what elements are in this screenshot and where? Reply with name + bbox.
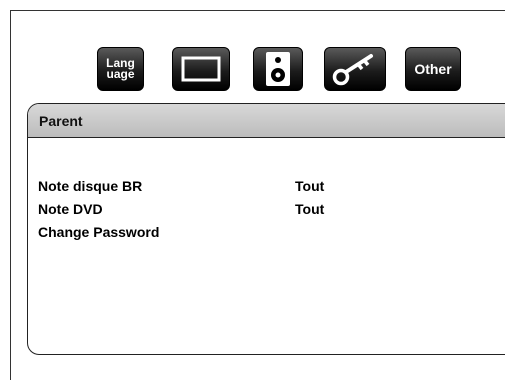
display-icon bbox=[181, 56, 221, 82]
row-br-rating-value[interactable]: Tout bbox=[295, 178, 324, 194]
parent-panel: Parent Note disque BR Tout Note DVD Tout… bbox=[27, 103, 505, 355]
speaker-icon bbox=[266, 52, 290, 86]
language-tab-label: Lang uage bbox=[106, 56, 135, 81]
panel-title: Parent bbox=[28, 104, 505, 138]
row-dvd-rating-value[interactable]: Tout bbox=[295, 201, 324, 217]
row-dvd-rating-label[interactable]: Note DVD bbox=[38, 201, 103, 217]
other-tab-label: Other bbox=[414, 61, 452, 77]
row-br-rating-label[interactable]: Note disque BR bbox=[38, 178, 142, 194]
other-tab[interactable]: Other bbox=[405, 47, 461, 91]
language-tab[interactable]: Lang uage bbox=[97, 47, 144, 91]
row-change-password[interactable]: Change Password bbox=[38, 224, 159, 240]
key-icon bbox=[332, 54, 373, 86]
display-tab[interactable] bbox=[172, 47, 230, 91]
parental-tab[interactable] bbox=[324, 47, 386, 91]
audio-tab[interactable] bbox=[253, 47, 303, 91]
